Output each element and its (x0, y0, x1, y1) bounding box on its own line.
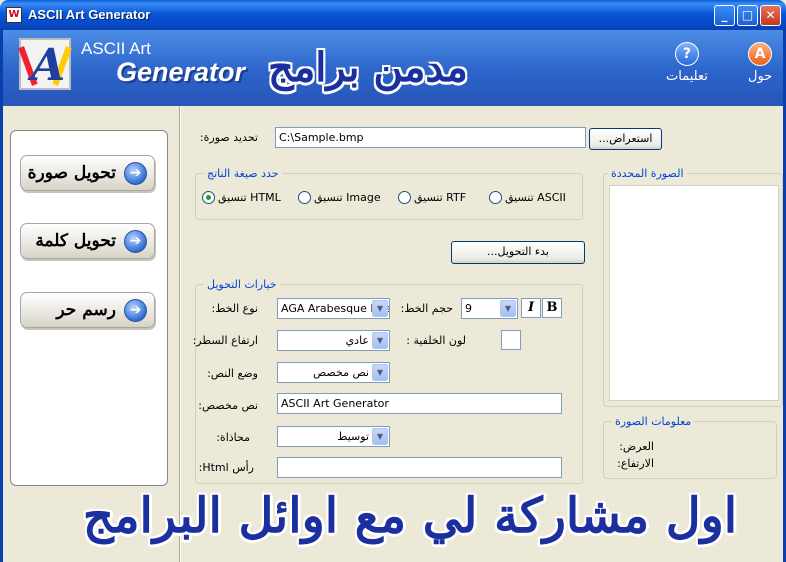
font-size-label: حجم الخط: (400, 302, 453, 315)
maximize-button[interactable]: □ (737, 5, 758, 26)
sidebar-item-free-draw[interactable]: رسم حر ➔ (20, 292, 155, 328)
text-mode-select[interactable]: نص مخصص ▼ (277, 362, 390, 383)
output-format-legend: حدد صيغة الناتج (204, 167, 282, 180)
help-icon: ? (674, 42, 699, 66)
image-height-label: الارتفاع: (617, 457, 654, 470)
sidebar-item-label: رسم حر (56, 300, 116, 320)
custom-text-input[interactable]: ASCII Art Generator (277, 393, 562, 414)
radio-rtf-format[interactable]: تنسيق RTF (398, 191, 466, 204)
sidebar-item-label: تحويل كلمة (35, 231, 116, 251)
html-head-label: رأس Html: (198, 461, 254, 474)
about-label: حول (748, 69, 773, 84)
arrow-right-icon: ➔ (124, 162, 147, 185)
title-bar: W ASCII Art Generator _ □ ✕ (0, 0, 786, 30)
app-logo: A (18, 38, 72, 91)
radio-dot (489, 191, 502, 204)
conversion-options-legend: خيارات التحويل (204, 278, 280, 291)
footer-overlay-text: اول مشاركة لي مع اوائل البرامج (82, 488, 738, 544)
line-height-select[interactable]: عادي ▼ (277, 330, 390, 351)
header-overlay-text: مدمن برامج (268, 44, 468, 91)
image-info-legend: معلومات الصورة (612, 415, 695, 428)
image-select-label: تحديد صورة: (199, 131, 258, 144)
chevron-down-icon: ▼ (372, 332, 388, 349)
arrow-right-icon: ➔ (124, 299, 147, 322)
radio-html-format[interactable]: تنسيق HTML (202, 191, 281, 204)
bg-color-swatch[interactable] (501, 330, 521, 350)
brand-line-2: Generator (116, 57, 246, 87)
radio-ascii-format[interactable]: تنسيق ASCII (489, 191, 566, 204)
sidebar-item-label: تحويل صورة (27, 163, 116, 183)
image-path-input[interactable]: C:\Sample.bmp (275, 127, 586, 148)
about-button[interactable]: A حول (748, 42, 772, 84)
chevron-down-icon: ▼ (372, 300, 388, 317)
italic-button[interactable]: I (521, 298, 541, 318)
radio-dot (298, 191, 311, 204)
help-button[interactable]: ? تعليمات (666, 42, 708, 84)
sidebar-item-convert-image[interactable]: تحويل صورة ➔ (20, 155, 155, 191)
radio-dot (202, 191, 215, 204)
help-label: تعليمات (666, 69, 708, 84)
chevron-down-icon: ▼ (500, 300, 516, 317)
html-head-input[interactable] (277, 457, 562, 478)
font-type-select[interactable]: AGA Arabesque Des ▼ (277, 298, 390, 319)
align-select[interactable]: توسيط ▼ (277, 426, 390, 447)
browse-button[interactable]: استعراض... (589, 128, 662, 150)
arrow-right-icon: ➔ (124, 230, 147, 253)
about-icon: A (748, 42, 773, 66)
bold-button[interactable]: B (542, 298, 562, 318)
font-size-select[interactable]: 9 ▼ (461, 298, 518, 319)
custom-text-label: نص مخصص: (198, 399, 258, 412)
window-title: ASCII Art Generator (28, 7, 151, 22)
minimize-button[interactable]: _ (714, 5, 735, 26)
line-height-label: ارتفاع السطر: (192, 334, 258, 347)
align-label: محاذاة: (216, 431, 250, 444)
radio-image-format[interactable]: تنسيق Image (298, 191, 381, 204)
chevron-down-icon: ▼ (372, 428, 388, 445)
selected-image-legend: الصورة المحددة (608, 167, 687, 180)
radio-dot (398, 191, 411, 204)
start-convert-button[interactable]: بدء التحويل... (451, 241, 585, 264)
image-width-label: العرض: (619, 440, 654, 453)
font-type-label: نوع الخط: (211, 302, 258, 315)
app-icon: W (6, 7, 22, 23)
sidebar-item-convert-text[interactable]: تحويل كلمة ➔ (20, 223, 155, 259)
brand-line-1: ASCII Art (81, 39, 151, 58)
bg-color-label: لون الخلفية : (406, 334, 466, 347)
header-banner: A ASCII Art Generator مدمن برامج ? تعليم… (0, 30, 786, 106)
close-button[interactable]: ✕ (760, 5, 781, 26)
image-preview (609, 185, 779, 401)
chevron-down-icon: ▼ (372, 364, 388, 381)
text-mode-label: وضع النص: (207, 367, 258, 380)
